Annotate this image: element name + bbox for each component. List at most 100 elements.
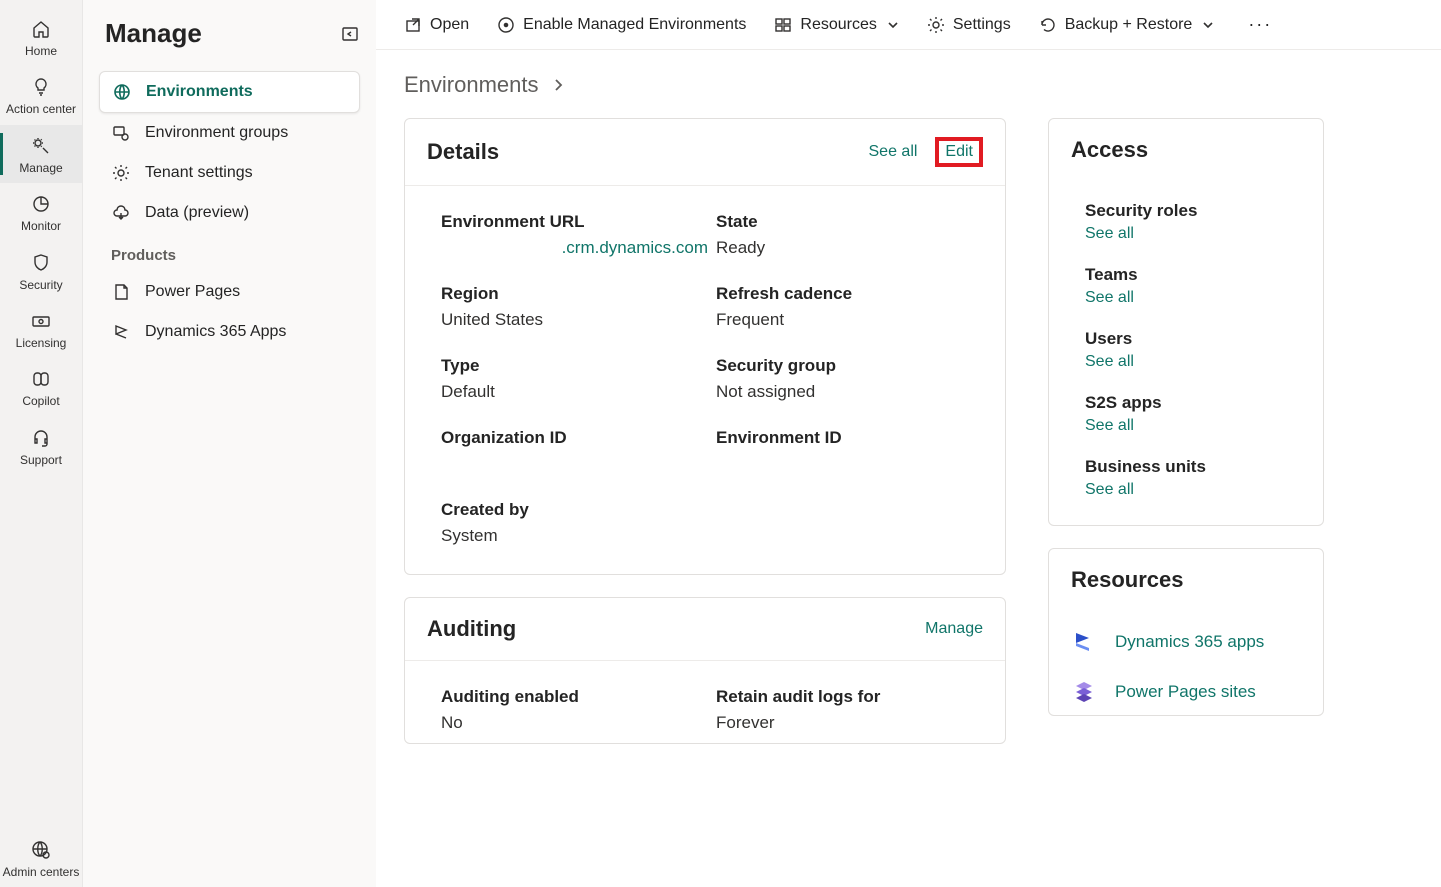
state-value: Ready [716,238,983,258]
sidebar: Manage Environments Environment groups T… [82,0,376,887]
d365-icon [111,322,131,342]
access-s2s-link[interactable]: See all [1085,417,1301,435]
secgroup-value: Not assigned [716,382,983,402]
toolbar-open[interactable]: Open [404,16,469,34]
sidebar-item-label: Dynamics 365 Apps [145,323,286,341]
toolbar: Open Enable Managed Environments Resourc… [376,0,1441,50]
breadcrumb: Environments [376,50,1441,108]
rail-security-label: Security [19,278,62,292]
resource-d365-apps[interactable]: Dynamics 365 apps [1071,629,1301,655]
sidebar-item-power-pages[interactable]: Power Pages [99,272,360,312]
globe-group-icon [111,123,131,143]
gear-icon [111,163,131,183]
access-card: Access Security roles See all Teams See … [1048,118,1324,526]
gear-wrench-icon [30,135,52,157]
rail-manage-label: Manage [19,161,62,175]
refresh-value: Frequent [716,310,983,330]
gear-icon [927,16,945,34]
auditing-retain-value: Forever [716,713,983,733]
type-label: Type [441,356,716,376]
rail-copilot[interactable]: Copilot [0,358,82,416]
collapse-sidebar-icon[interactable] [340,24,360,44]
orgid-value [441,454,716,474]
main: Open Enable Managed Environments Resourc… [376,0,1441,887]
chevron-right-icon [551,78,565,92]
details-edit-link[interactable]: Edit [945,143,973,160]
toolbar-enable-managed[interactable]: Enable Managed Environments [497,16,746,34]
d365-logo-icon [1071,629,1097,655]
edit-highlight-box: Edit [935,137,983,167]
shield-icon [30,252,52,274]
toolbar-resources[interactable]: Resources [774,16,898,34]
power-pages-icon [111,282,131,302]
target-icon [497,16,515,34]
access-bu-label: Business units [1085,457,1301,477]
toolbar-resources-label: Resources [800,16,876,34]
sidebar-item-d365-apps[interactable]: Dynamics 365 Apps [99,312,360,352]
pie-chart-icon [30,193,52,215]
toolbar-settings-label: Settings [953,16,1011,34]
sidebar-title: Manage [105,18,202,49]
chevron-down-icon [887,19,899,31]
toolbar-backup-restore[interactable]: Backup + Restore [1039,16,1215,34]
sidebar-item-environment-groups[interactable]: Environment groups [99,113,360,153]
state-label: State [716,212,983,232]
rail-manage[interactable]: Manage [0,125,82,183]
power-pages-logo-icon [1071,679,1097,705]
env-url-value[interactable]: .crm.dynamics.com [441,238,716,258]
rail-support[interactable]: Support [0,417,82,475]
auditing-retain-label: Retain audit logs for [716,687,983,707]
access-security-roles-link[interactable]: See all [1085,225,1301,243]
access-title: Access [1071,137,1148,163]
access-security-roles-label: Security roles [1085,201,1301,221]
access-s2s-label: S2S apps [1085,393,1301,413]
toolbar-settings[interactable]: Settings [927,16,1011,34]
rail-monitor[interactable]: Monitor [0,183,82,241]
region-label: Region [441,284,716,304]
rail-action-center-label: Action center [6,102,76,116]
access-users-link[interactable]: See all [1085,353,1301,371]
secgroup-label: Security group [716,356,983,376]
sidebar-item-environments[interactable]: Environments [99,71,360,113]
globe-gear-icon [30,839,52,861]
access-users-label: Users [1085,329,1301,349]
rail-home-label: Home [25,44,57,58]
copilot-icon [30,368,52,390]
auditing-enabled-value: No [441,713,716,733]
toolbar-open-label: Open [430,16,469,34]
cloud-data-icon [111,203,131,223]
sidebar-section-products: Products [99,233,360,272]
rail-admin-centers-label: Admin centers [3,865,80,879]
rail-licensing-label: Licensing [16,336,67,350]
globe-icon [112,82,132,102]
createdby-label: Created by [441,500,983,520]
access-teams-link[interactable]: See all [1085,289,1301,307]
breadcrumb-root[interactable]: Environments [404,72,539,98]
rail-security[interactable]: Security [0,242,82,300]
resource-d365-apps-label: Dynamics 365 apps [1115,632,1264,652]
details-title: Details [427,139,499,165]
auditing-enabled-label: Auditing enabled [441,687,716,707]
sidebar-item-label: Environment groups [145,124,288,142]
sidebar-item-label: Data (preview) [145,204,249,222]
auditing-card: Auditing Manage Auditing enabled No Reta… [404,597,1006,744]
resource-power-pages-label: Power Pages sites [1115,682,1256,702]
type-value: Default [441,382,716,402]
sidebar-item-label: Environments [146,83,253,101]
details-see-all-link[interactable]: See all [869,143,918,161]
access-bu-link[interactable]: See all [1085,481,1301,499]
sidebar-item-tenant-settings[interactable]: Tenant settings [99,153,360,193]
resource-power-pages[interactable]: Power Pages sites [1071,679,1301,705]
headset-icon [30,427,52,449]
rail-licensing[interactable]: Licensing [0,300,82,358]
rail-action-center[interactable]: Action center [0,66,82,124]
details-card: Details See all Edit Environment URL .cr… [404,118,1006,575]
rail-admin-centers[interactable]: Admin centers [0,829,82,887]
resources-title: Resources [1071,567,1184,593]
toolbar-more[interactable]: ··· [1248,14,1272,35]
sidebar-item-data-preview[interactable]: Data (preview) [99,193,360,233]
resources-card: Resources Dynamics 365 apps Power Pages … [1048,548,1324,716]
auditing-manage-link[interactable]: Manage [925,620,983,638]
rail-home[interactable]: Home [0,8,82,66]
sidebar-item-label: Power Pages [145,283,240,301]
